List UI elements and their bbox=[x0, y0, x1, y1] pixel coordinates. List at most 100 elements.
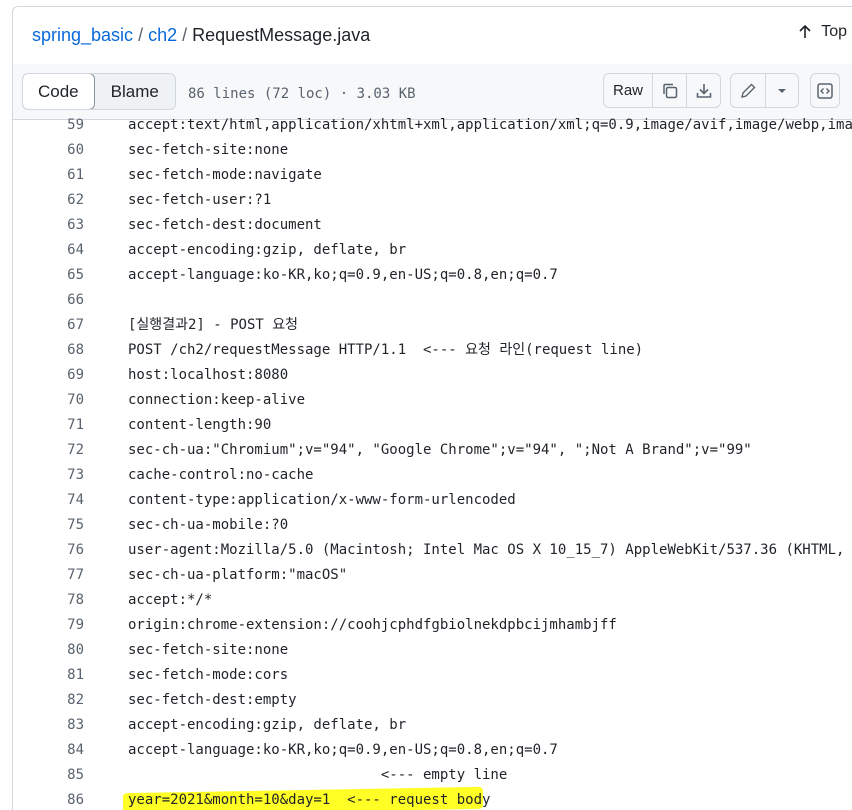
code-line: 77 sec-ch-ua-platform:"macOS" bbox=[13, 563, 852, 588]
line-text: sec-fetch-mode:cors bbox=[128, 667, 289, 683]
file-meta: 86 lines (72 loc) · 3.03 KB bbox=[188, 86, 416, 102]
line-text: accept-language:ko-KR,ko;q=0.9,en-US;q=0… bbox=[128, 742, 558, 758]
code-view: 59 accept:text/html,application/xhtml+xml… bbox=[13, 117, 852, 810]
line-number[interactable]: 80 bbox=[13, 638, 84, 663]
code-line: 84 accept-language:ko-KR,ko;q=0.9,en-US;q… bbox=[13, 738, 852, 763]
line-number[interactable]: 77 bbox=[13, 563, 84, 588]
line-text: sec-ch-ua-platform:"macOS" bbox=[128, 567, 348, 583]
code-line: 74 content-type:application/x-www-form-ur… bbox=[13, 488, 852, 513]
chevron-down-icon bbox=[778, 88, 786, 93]
code-line: 69 host:localhost:8080 bbox=[13, 363, 852, 388]
line-number[interactable]: 65 bbox=[13, 263, 84, 288]
code-line: 78 accept:*/* bbox=[13, 588, 852, 613]
code-line: 71 content-length:90 bbox=[13, 413, 852, 438]
copy-icon bbox=[662, 83, 677, 98]
code-line: 83 accept-encoding:gzip, deflate, br bbox=[13, 713, 852, 738]
pencil-icon bbox=[741, 83, 756, 98]
line-text: accept:text/html,application/xhtml+xml,a… bbox=[128, 117, 852, 133]
line-number[interactable]: 86 bbox=[13, 788, 84, 810]
code-line: 62 sec-fetch-user:?1 bbox=[13, 188, 852, 213]
code-line: 76 user-agent:Mozilla/5.0 (Macintosh; Int… bbox=[13, 538, 852, 563]
breadcrumb-file-name: RequestMessage.java bbox=[192, 25, 371, 45]
symbols-button[interactable] bbox=[811, 74, 839, 107]
code-line: 60 sec-fetch-site:none bbox=[13, 138, 852, 163]
tab-code[interactable]: Code bbox=[22, 74, 95, 109]
view-mode-toggle: Code Blame bbox=[22, 73, 176, 110]
breadcrumb-separator: / bbox=[138, 25, 144, 45]
code-line: 59 accept:text/html,application/xhtml+xml… bbox=[13, 113, 852, 138]
line-text: year=2021&month=10&day=1 <--- request bo… bbox=[128, 792, 491, 808]
code-line: 80 sec-fetch-site:none bbox=[13, 638, 852, 663]
line-number[interactable]: 76 bbox=[13, 538, 84, 563]
line-text: origin:chrome-extension://coohjcphdfgbio… bbox=[128, 617, 617, 633]
line-number[interactable]: 84 bbox=[13, 738, 84, 763]
line-number[interactable]: 69 bbox=[13, 363, 84, 388]
code-line: 79 origin:chrome-extension://coohjcphdfgb… bbox=[13, 613, 852, 638]
line-number[interactable]: 85 bbox=[13, 763, 84, 788]
breadcrumb-repo-link[interactable]: spring_basic bbox=[32, 25, 133, 46]
line-number[interactable]: 83 bbox=[13, 713, 84, 738]
line-text: cache-control:no-cache bbox=[128, 467, 314, 483]
line-text: connection:keep-alive bbox=[128, 392, 306, 408]
edit-button[interactable] bbox=[731, 74, 766, 107]
file-actions: Raw bbox=[603, 73, 721, 108]
code-line: 85 <--- empty line bbox=[13, 763, 852, 788]
tab-blame[interactable]: Blame bbox=[95, 74, 175, 109]
line-number[interactable]: 59 bbox=[13, 113, 84, 138]
line-text: sec-fetch-user:?1 bbox=[128, 192, 272, 208]
line-text: host:localhost:8080 bbox=[128, 367, 289, 383]
line-number[interactable]: 75 bbox=[13, 513, 84, 538]
line-text: sec-fetch-dest:document bbox=[128, 217, 322, 233]
arrow-up-icon bbox=[799, 24, 811, 38]
line-text: sec-ch-ua:"Chromium";v="94", "Google Chr… bbox=[128, 442, 752, 458]
breadcrumb-folder-link[interactable]: ch2 bbox=[148, 25, 177, 46]
line-number[interactable]: 63 bbox=[13, 213, 84, 238]
line-number[interactable]: 61 bbox=[13, 163, 84, 188]
code-line: 81 sec-fetch-mode:cors bbox=[13, 663, 852, 688]
code-line: 82 sec-fetch-dest:empty bbox=[13, 688, 852, 713]
line-text: sec-fetch-dest:empty bbox=[128, 692, 297, 708]
line-number[interactable]: 79 bbox=[13, 613, 84, 638]
line-text: user-agent:Mozilla/5.0 (Macintosh; Intel… bbox=[128, 542, 845, 558]
edit-dropdown-button[interactable] bbox=[766, 74, 798, 107]
download-icon bbox=[696, 83, 711, 98]
code-line: 73 cache-control:no-cache bbox=[13, 463, 852, 488]
code-line: 66 bbox=[13, 288, 852, 313]
edit-actions bbox=[730, 73, 799, 108]
line-number[interactable]: 62 bbox=[13, 188, 84, 213]
line-text: accept-language:ko-KR,ko;q=0.9,en-US;q=0… bbox=[128, 267, 558, 283]
line-number[interactable]: 72 bbox=[13, 438, 84, 463]
line-text: [실행결과2] - POST 요청 bbox=[128, 317, 298, 333]
code-line: 68 POST /ch2/requestMessage HTTP/1.1 <---… bbox=[13, 338, 852, 363]
line-number[interactable]: 82 bbox=[13, 688, 84, 713]
download-button[interactable] bbox=[687, 74, 720, 107]
line-number[interactable]: 74 bbox=[13, 488, 84, 513]
line-text: sec-fetch-site:none bbox=[128, 642, 289, 658]
line-number[interactable]: 66 bbox=[13, 288, 84, 313]
line-text: accept:*/* bbox=[128, 592, 213, 608]
line-number[interactable]: 67 bbox=[13, 313, 84, 338]
line-text: sec-fetch-mode:navigate bbox=[128, 167, 322, 183]
code-line: 67 [실행결과2] - POST 요청 bbox=[13, 313, 852, 338]
line-text: accept-encoding:gzip, deflate, br bbox=[128, 717, 407, 733]
line-number[interactable]: 68 bbox=[13, 338, 84, 363]
line-number[interactable]: 81 bbox=[13, 663, 84, 688]
line-number[interactable]: 78 bbox=[13, 588, 84, 613]
line-text: <--- empty line bbox=[128, 767, 508, 783]
line-number[interactable]: 73 bbox=[13, 463, 84, 488]
line-number[interactable]: 60 bbox=[13, 138, 84, 163]
line-number[interactable]: 70 bbox=[13, 388, 84, 413]
line-number[interactable]: 64 bbox=[13, 238, 84, 263]
top-button-label: Top bbox=[821, 23, 847, 40]
line-number[interactable]: 71 bbox=[13, 413, 84, 438]
top-button[interactable]: Top bbox=[797, 23, 847, 41]
copy-button[interactable] bbox=[653, 74, 687, 107]
raw-button[interactable]: Raw bbox=[604, 74, 653, 107]
code-line: 64 accept-encoding:gzip, deflate, br bbox=[13, 238, 852, 263]
code-line: 72 sec-ch-ua:"Chromium";v="94", "Google C… bbox=[13, 438, 852, 463]
code-line: 86 year=2021&month=10&day=1 <--- request … bbox=[13, 788, 852, 810]
code-line: 61 sec-fetch-mode:navigate bbox=[13, 163, 852, 188]
line-text: sec-fetch-site:none bbox=[128, 142, 289, 158]
line-text: content-length:90 bbox=[128, 417, 272, 433]
code-line: 63 sec-fetch-dest:document bbox=[13, 213, 852, 238]
